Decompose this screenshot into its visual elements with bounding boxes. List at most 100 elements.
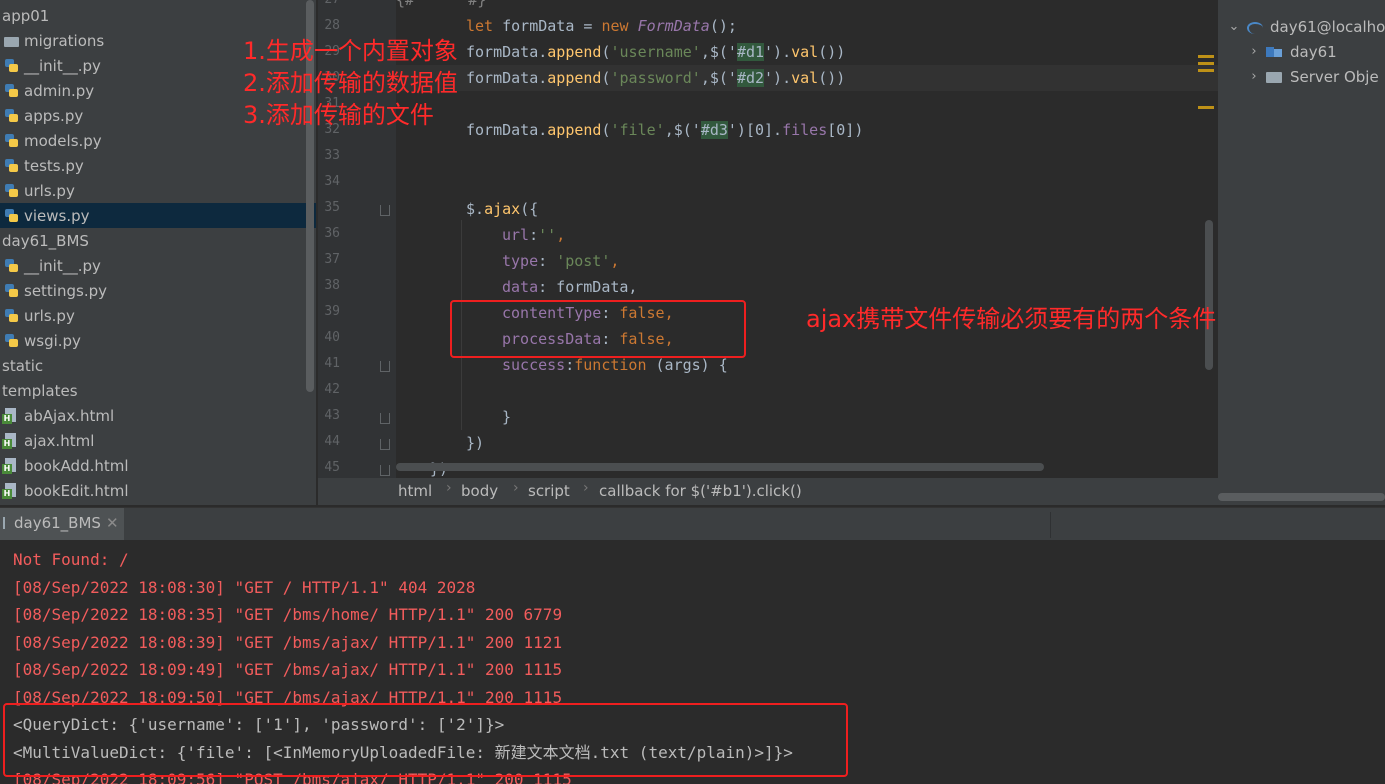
database-tree-item[interactable]: › day61: [1218, 39, 1385, 64]
project-tree-item[interactable]: bookEdit.html: [0, 478, 316, 503]
project-tree-item[interactable]: __init__.py: [0, 253, 316, 278]
project-tree-item[interactable]: views.py: [0, 203, 316, 228]
line-number: 38: [324, 278, 340, 293]
annotation-step-2: 2.添加传输的数据值: [243, 69, 458, 97]
editor-vertical-scrollbar[interactable]: [1205, 220, 1213, 370]
tab-divider: [1050, 512, 1051, 538]
chevron-down-icon[interactable]: ⌄: [1228, 19, 1240, 34]
project-tree-item[interactable]: templates: [0, 378, 316, 403]
project-tree-item[interactable]: bookAdd.html: [0, 453, 316, 478]
error-stripe-mark[interactable]: [1198, 106, 1214, 109]
project-tree-item[interactable]: static: [0, 353, 316, 378]
python-file-icon: [2, 183, 20, 199]
database-scrollbar[interactable]: [1218, 493, 1385, 501]
error-stripe-mark[interactable]: [1198, 62, 1214, 65]
python-file-icon: [2, 58, 20, 74]
database-panel: ⌄ day61@localho › day61 › Server Obje: [1218, 0, 1385, 505]
fold-marker-icon[interactable]: [380, 465, 390, 476]
fold-marker-icon[interactable]: [380, 205, 390, 216]
project-tree-item-label: __init__.py: [24, 56, 101, 75]
run-tool-window-tabs: day61_BMS ✕: [0, 507, 1385, 541]
annotation-step-1: 1.生成一个内置对象: [243, 37, 458, 65]
project-tree-item-label: tests.py: [24, 156, 84, 175]
project-tree-item-label: day61_BMS: [2, 231, 89, 250]
python-file-icon: [2, 208, 20, 224]
breadcrumb-separator-icon: ›: [513, 480, 519, 496]
database-toolbar: [1218, 0, 1385, 10]
run-config-icon: [3, 517, 12, 529]
python-file-icon: [2, 108, 20, 124]
project-tree-item[interactable]: urls.py: [0, 303, 316, 328]
project-tree-item-label: bookAdd.html: [24, 456, 129, 475]
chevron-right-icon[interactable]: ›: [1248, 69, 1260, 84]
console-line: [08/Sep/2022 18:08:35] "GET /bms/home/ H…: [13, 605, 563, 624]
code-line-44: }): [466, 434, 485, 452]
project-tree-item-label: app01: [2, 6, 50, 25]
folder-icon: [1266, 70, 1282, 84]
python-file-icon: [2, 283, 20, 299]
project-tree-item[interactable]: wsgi.py: [0, 328, 316, 353]
line-number: 41: [324, 356, 340, 371]
breadcrumb-script[interactable]: script: [528, 482, 570, 500]
fold-marker-icon[interactable]: [380, 361, 390, 372]
project-tree-item-label: __init__.py: [24, 256, 101, 275]
code-line-27: {# #}: [396, 0, 487, 9]
line-number: 37: [324, 252, 340, 267]
project-tree-item-label: urls.py: [24, 181, 75, 200]
editor-horizontal-scrollbar[interactable]: [396, 463, 1044, 471]
annotation-ajax-note: ajax携带文件传输必须要有的两个条件: [806, 305, 1217, 333]
code-line-28: let formData = new FormData();: [466, 17, 737, 35]
project-tree-item[interactable]: ajax.html: [0, 428, 316, 453]
python-file-icon: [2, 133, 20, 149]
database-tree-item-label: day61@localho: [1270, 17, 1385, 36]
project-tree-item-label: ajax.html: [24, 431, 95, 450]
project-tree-item-label: migrations: [24, 31, 105, 50]
line-number: 42: [324, 382, 340, 397]
folder-icon: [2, 33, 20, 49]
database-tree-item-label: day61: [1290, 42, 1337, 61]
project-tree-item[interactable]: app01: [0, 3, 316, 28]
python-file-icon: [2, 83, 20, 99]
highlight-box-console-output: [3, 703, 848, 777]
python-file-icon: [2, 158, 20, 174]
code-line-30: formData.append('password',$('#d2').val(…: [466, 69, 846, 87]
python-file-icon: [2, 333, 20, 349]
project-tree-item[interactable]: settings.py: [0, 278, 316, 303]
breadcrumb-callback[interactable]: callback for $('#b1').click(): [599, 482, 802, 500]
project-tree-item-label: apps.py: [24, 106, 84, 125]
project-tree-item[interactable]: abAjax.html: [0, 403, 316, 428]
console-line: Not Found: /: [13, 550, 129, 569]
project-tree-item-label: admin.py: [24, 81, 95, 100]
run-tab-day61-bms[interactable]: day61_BMS ✕: [0, 508, 124, 541]
database-tree-item[interactable]: › Server Obje: [1218, 64, 1385, 89]
project-tree-item[interactable]: models.py: [0, 128, 316, 153]
html-file-icon: [2, 482, 20, 499]
line-number: 39: [324, 304, 340, 319]
project-tree-item[interactable]: tests.py: [0, 153, 316, 178]
close-icon[interactable]: ✕: [106, 514, 119, 532]
project-tree-item[interactable]: day61_BMS: [0, 228, 316, 253]
console-line: [08/Sep/2022 18:08:39] "GET /bms/ajax/ H…: [13, 632, 563, 652]
code-line-32: formData.append('file',$('#d3')[0].files…: [466, 121, 864, 139]
line-number: 33: [324, 148, 340, 163]
project-tree-item-label: views.py: [24, 206, 90, 225]
html-file-icon: [2, 432, 20, 449]
line-number: 40: [324, 330, 340, 345]
console-line: [08/Sep/2022 18:09:49] "GET /bms/ajax/ H…: [13, 660, 563, 679]
fold-marker-icon[interactable]: [380, 439, 390, 450]
line-number: 44: [324, 434, 340, 449]
console-line: [08/Sep/2022 18:08:30] "GET / HTTP/1.1" …: [13, 577, 476, 597]
breadcrumb-html[interactable]: html: [398, 482, 432, 500]
project-tree-item-label: abAjax.html: [24, 406, 115, 425]
database-tree-item[interactable]: ⌄ day61@localho: [1218, 14, 1385, 39]
database-tree-item-label: Server Obje: [1290, 67, 1379, 86]
error-stripe-mark[interactable]: [1198, 69, 1214, 72]
line-number: 43: [324, 408, 340, 423]
chevron-right-icon[interactable]: ›: [1248, 44, 1260, 59]
error-stripe-mark[interactable]: [1198, 55, 1214, 58]
breadcrumb-body[interactable]: body: [461, 482, 498, 500]
fold-marker-icon[interactable]: [380, 413, 390, 424]
highlight-box-ajax-options: [450, 300, 746, 358]
python-file-icon: [2, 308, 20, 324]
project-tree-item[interactable]: urls.py: [0, 178, 316, 203]
